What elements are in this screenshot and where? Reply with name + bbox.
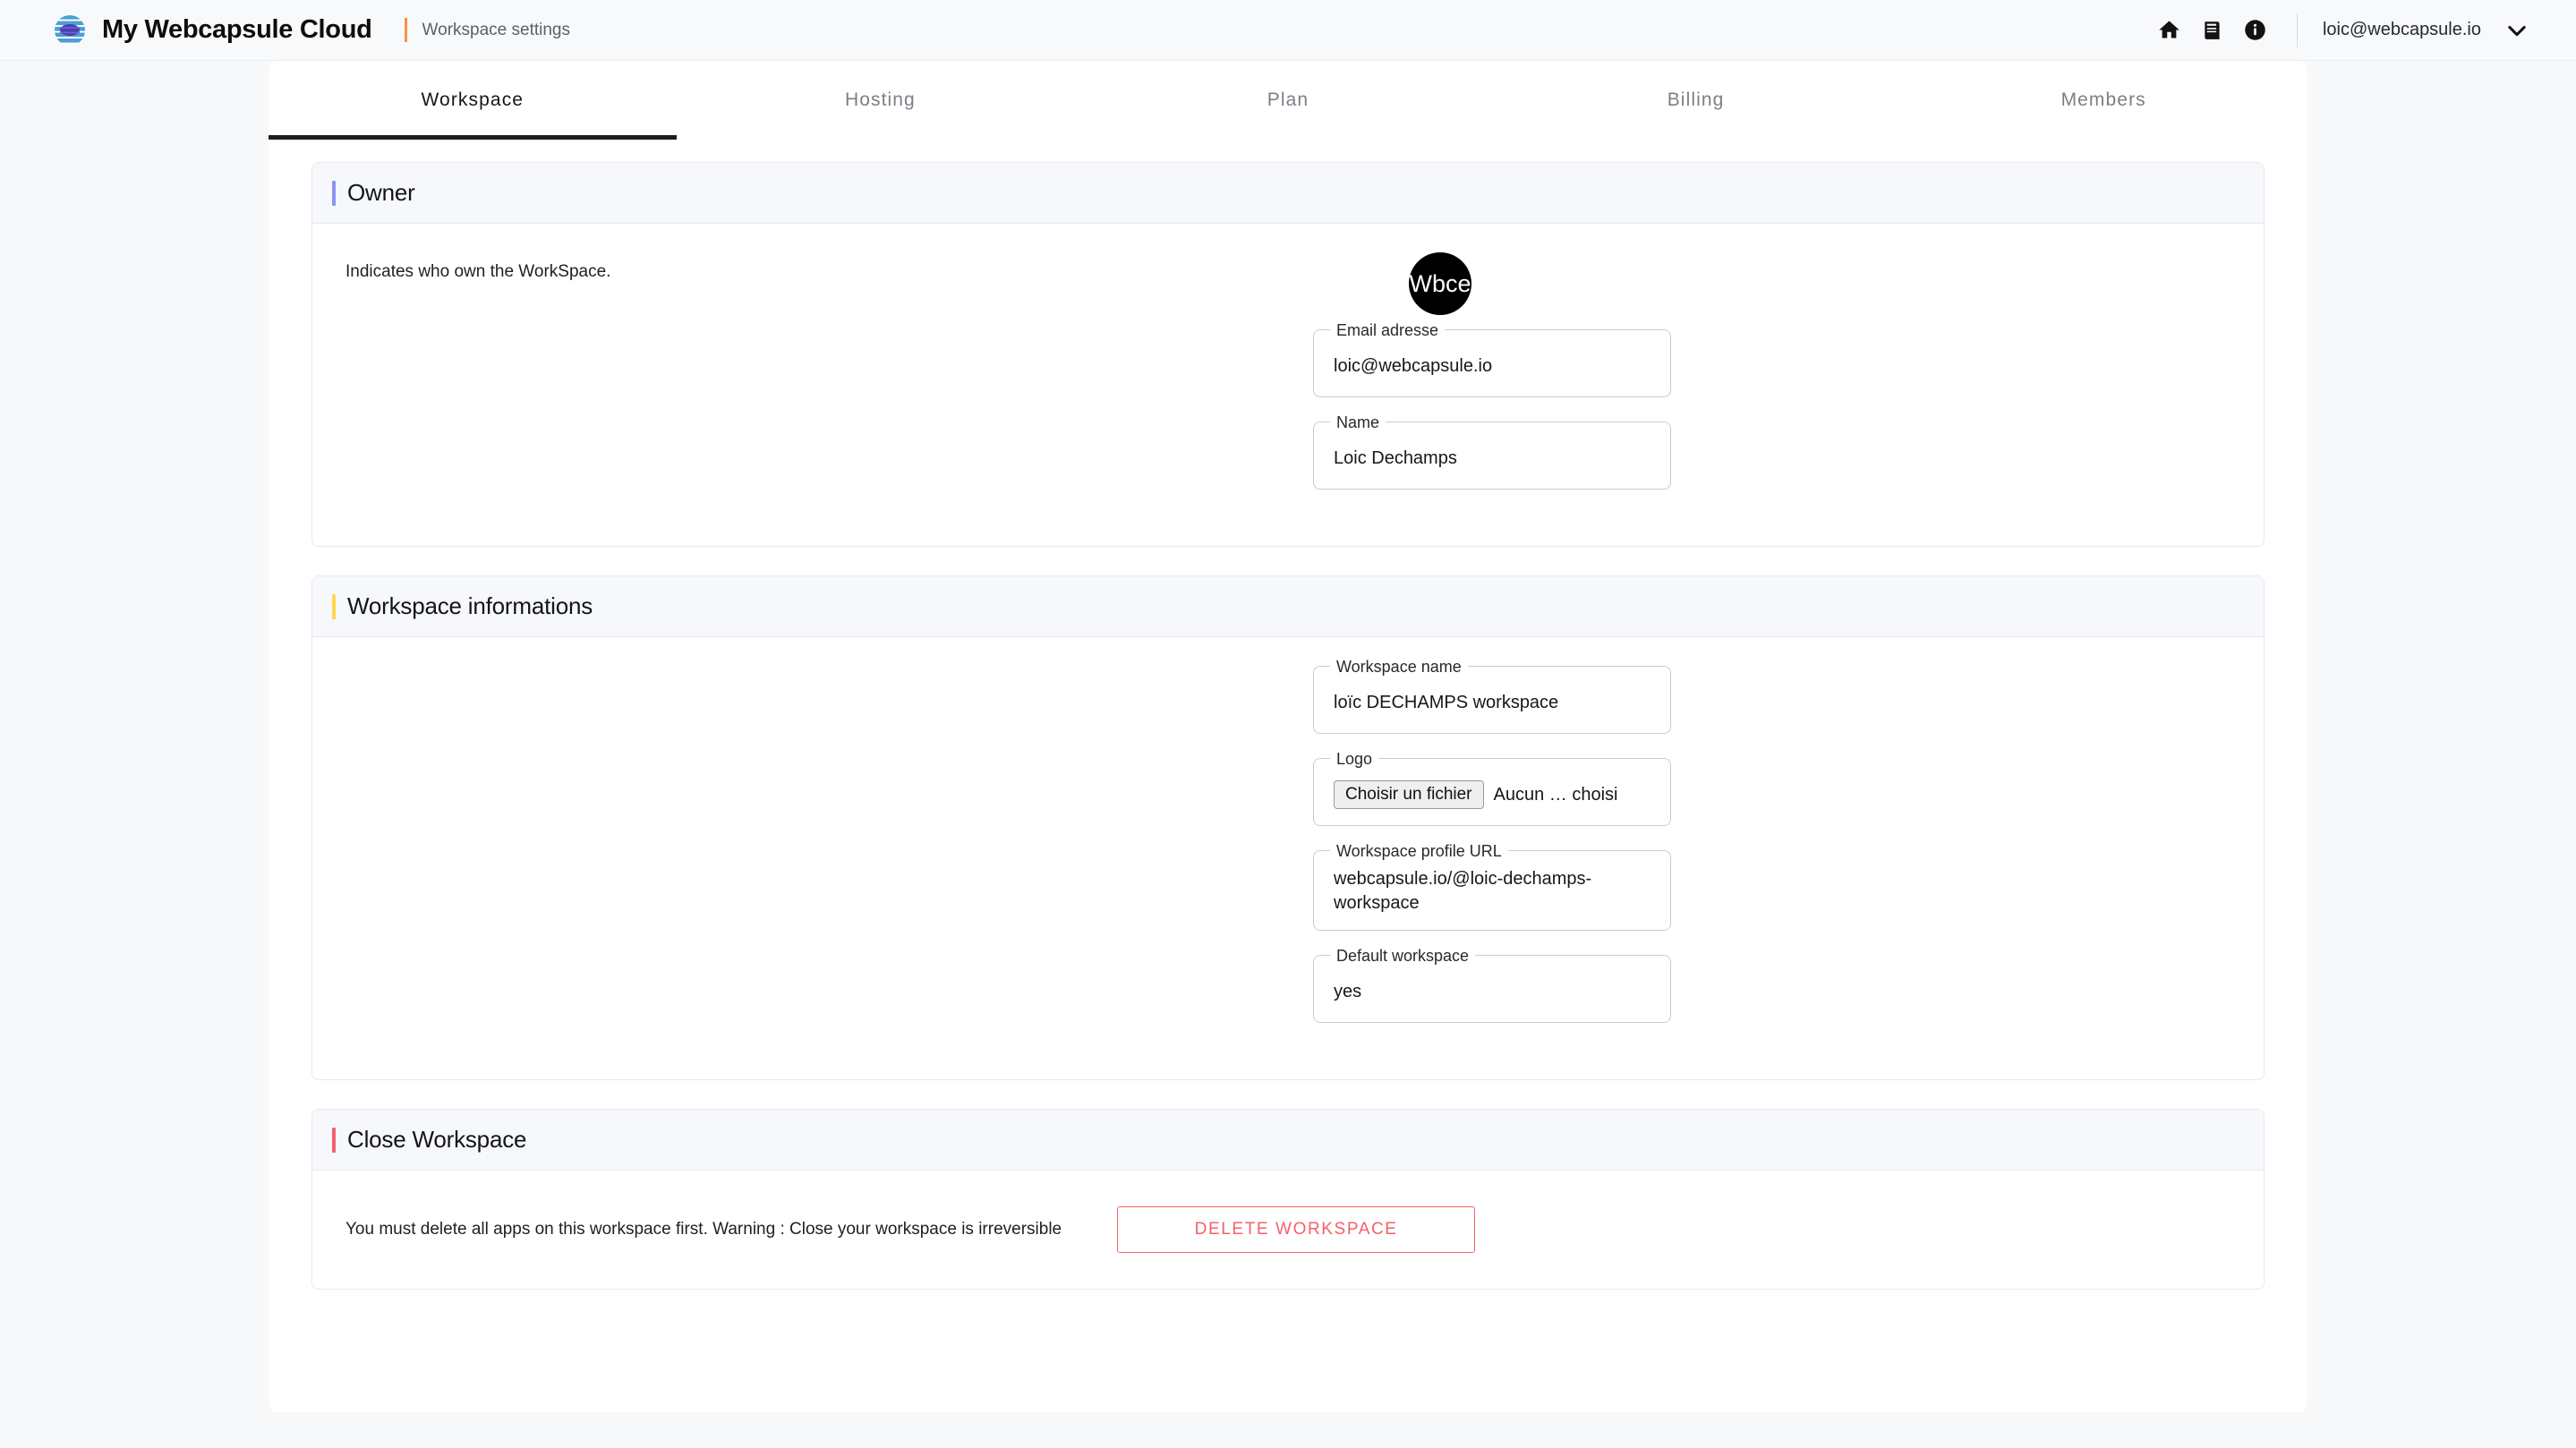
- chevron-down-icon[interactable]: [2504, 18, 2529, 43]
- owner-panel-header: Owner: [312, 163, 2264, 224]
- close-workspace-title: Close Workspace: [347, 1126, 527, 1153]
- tab-workspace[interactable]: Workspace: [269, 61, 677, 140]
- brand[interactable]: My Webcapsule Cloud: [52, 13, 372, 48]
- tab-plan[interactable]: Plan: [1084, 61, 1492, 140]
- owner-panel-title: Owner: [347, 179, 415, 206]
- workspace-informations-fields-column: Workspace name loïc DECHAMPS workspace L…: [1100, 637, 2264, 1079]
- close-workspace-body: You must delete all apps on this workspa…: [312, 1171, 2264, 1289]
- name-field[interactable]: Name Loic Dechamps: [1313, 412, 1671, 490]
- owner-panel-body: Indicates who own the WorkSpace. Wbce Em…: [312, 224, 2264, 546]
- close-workspace-accent-bar: [332, 1127, 336, 1153]
- settings-tabs: Workspace Hosting Plan Billing Members: [269, 61, 2307, 140]
- panel-spacer-1: [311, 547, 2265, 575]
- user-email[interactable]: loic@webcapsule.io: [2323, 20, 2481, 40]
- app-header: My Webcapsule Cloud Workspace settings l…: [0, 0, 2576, 61]
- tab-members[interactable]: Members: [1899, 61, 2307, 140]
- panel-spacer-2: [311, 1080, 2265, 1109]
- chosen-file-name: Aucun … choisi: [1493, 784, 1618, 805]
- choose-file-button[interactable]: Choisir un fichier: [1334, 780, 1484, 809]
- tab-billing-label: Billing: [1667, 89, 1725, 110]
- tab-members-label: Members: [2060, 89, 2146, 110]
- brand-title: My Webcapsule Cloud: [102, 15, 372, 44]
- workspace-informations-panel: Workspace informations Workspace name lo…: [311, 575, 2265, 1080]
- workspace-informations-accent-bar: [332, 593, 336, 619]
- workspace-name-field[interactable]: Workspace name loïc DECHAMPS workspace: [1313, 656, 1671, 734]
- settings-content: Owner Indicates who own the WorkSpace. W…: [269, 140, 2307, 1290]
- appbar-divider: [2296, 13, 2298, 47]
- logo-field-label: Logo: [1330, 748, 1379, 770]
- tab-workspace-label: Workspace: [421, 89, 525, 110]
- webcapsule-logo-icon: [52, 13, 88, 48]
- workspace-name-value: loïc DECHAMPS workspace: [1334, 692, 1559, 712]
- workspace-profile-url-field[interactable]: Workspace profile URL webcapsule.io/@loi…: [1313, 840, 1671, 931]
- brand-separator: [404, 18, 407, 42]
- tab-hosting-label: Hosting: [844, 89, 916, 110]
- owner-fields-column: Wbce Email adresse loic@webcapsule.io Na…: [1100, 224, 2264, 546]
- owner-description: Indicates who own the WorkSpace.: [345, 262, 611, 281]
- default-workspace-field[interactable]: Default workspace yes: [1313, 945, 1671, 1023]
- tab-billing[interactable]: Billing: [1492, 61, 1900, 140]
- default-workspace-label: Default workspace: [1330, 945, 1476, 967]
- workspace-informations-title: Workspace informations: [347, 592, 593, 619]
- workspace-profile-url-value: webcapsule.io/@loic-dechamps-workspace: [1334, 869, 1592, 913]
- logo-file-input[interactable]: Choisir un fichier Aucun … choisi: [1334, 780, 1617, 809]
- tab-hosting[interactable]: Hosting: [677, 61, 1085, 140]
- tab-plan-label: Plan: [1267, 89, 1309, 110]
- close-workspace-warning: You must delete all apps on this workspa…: [345, 1220, 1062, 1239]
- owner-accent-bar: [332, 180, 336, 206]
- name-field-value: Loic Dechamps: [1334, 447, 1457, 468]
- owner-panel: Owner Indicates who own the WorkSpace. W…: [311, 162, 2265, 547]
- home-icon[interactable]: [2150, 11, 2189, 50]
- info-icon[interactable]: [2236, 11, 2275, 50]
- workspace-informations-header: Workspace informations: [312, 576, 2264, 637]
- close-workspace-panel: Close Workspace You must delete all apps…: [311, 1109, 2265, 1290]
- logo-field[interactable]: Logo Choisir un fichier Aucun … choisi: [1313, 748, 1671, 826]
- email-field-value: loic@webcapsule.io: [1334, 355, 1493, 376]
- breadcrumb: Workspace settings: [422, 20, 570, 39]
- close-workspace-header: Close Workspace: [312, 1110, 2264, 1171]
- page-card: Workspace Hosting Plan Billing Members O…: [269, 61, 2307, 1412]
- workspace-informations-body: Workspace name loïc DECHAMPS workspace L…: [312, 637, 2264, 1079]
- default-workspace-value: yes: [1334, 981, 1362, 1001]
- workspace-informations-left-column: [312, 637, 1100, 1079]
- workspace-name-label: Workspace name: [1330, 656, 1468, 677]
- delete-workspace-button[interactable]: DELETE WORKSPACE: [1117, 1206, 1476, 1253]
- avatar: Wbce: [1409, 252, 1471, 315]
- email-field[interactable]: Email adresse loic@webcapsule.io: [1313, 319, 1671, 397]
- appbar-actions: loic@webcapsule.io: [2146, 11, 2529, 50]
- book-icon[interactable]: [2193, 11, 2232, 50]
- email-field-label: Email adresse: [1330, 319, 1446, 341]
- name-field-label: Name: [1330, 412, 1386, 433]
- workspace-profile-url-label: Workspace profile URL: [1330, 840, 1508, 862]
- owner-description-column: Indicates who own the WorkSpace.: [312, 224, 1100, 546]
